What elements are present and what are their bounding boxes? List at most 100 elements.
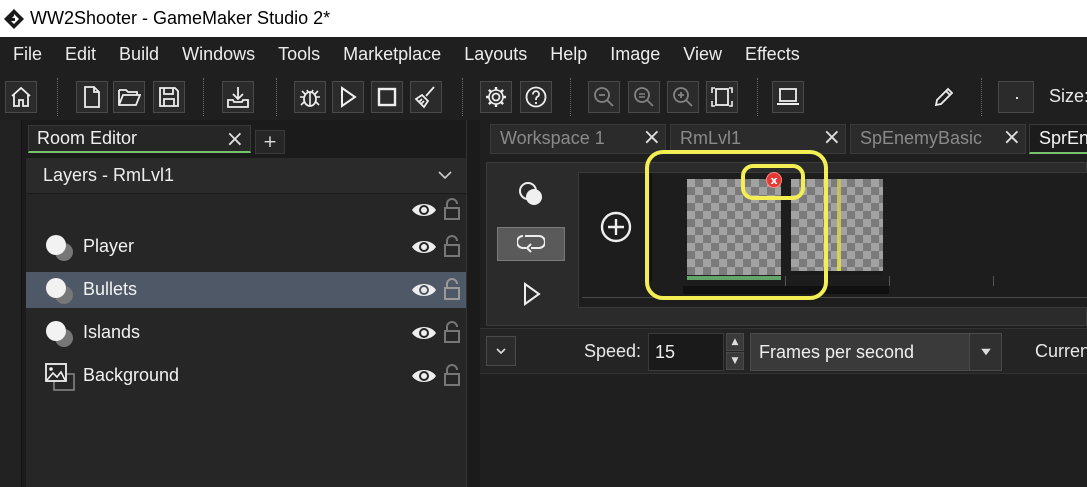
lock-icon[interactable] — [443, 197, 461, 221]
tab-workspace-1[interactable]: Workspace 1 × — [490, 124, 666, 154]
eye-icon[interactable] — [411, 237, 437, 257]
laptop-icon — [777, 88, 799, 105]
menu-image[interactable]: Image — [598, 44, 671, 65]
menu-marketplace[interactable]: Marketplace — [331, 44, 452, 65]
create-executable-button[interactable] — [222, 81, 254, 113]
download-tray-icon — [227, 87, 249, 108]
menu-effects[interactable]: Effects — [733, 44, 811, 65]
chevron-down-icon — [496, 348, 506, 355]
open-project-button[interactable] — [113, 81, 145, 113]
speed-unit-select[interactable]: Frames per second — [750, 333, 1002, 371]
options-dropdown-button[interactable] — [486, 336, 516, 366]
dropdown-arrow-icon[interactable] — [969, 334, 1001, 370]
menu-help[interactable]: Help — [538, 44, 598, 65]
zoom-in-icon — [673, 87, 693, 107]
left-dock-strip — [0, 120, 22, 487]
size-label: Size: — [1049, 86, 1087, 106]
close-icon[interactable]: × — [823, 125, 841, 150]
help-button[interactable] — [520, 81, 552, 113]
menu-tools[interactable]: Tools — [266, 44, 331, 65]
layer-row-bullets[interactable]: Bullets — [26, 272, 466, 308]
window-title: WW2Shooter - GameMaker Studio 2* — [30, 8, 331, 28]
speed-stepper[interactable]: ▲ ▼ — [726, 333, 744, 371]
add-frame-button[interactable] — [582, 173, 652, 281]
stop-icon — [377, 87, 397, 107]
decrement-arrow-icon[interactable]: ▼ — [726, 352, 744, 370]
current-frame-label: Curren — [1035, 341, 1087, 361]
instance-layer-icon — [46, 235, 73, 261]
animation-speed-bar: Speed: 15 ▲ ▼ Frames per second Curren — [480, 328, 1087, 374]
target-device-button[interactable] — [772, 81, 804, 113]
draw-tool-button[interactable] — [928, 82, 960, 112]
eye-icon[interactable] — [411, 280, 437, 300]
fit-view-button[interactable] — [706, 81, 738, 113]
broom-icon — [414, 86, 435, 109]
chevron-down-icon[interactable] — [436, 166, 454, 184]
tab-room-editor[interactable]: Room Editor × — [28, 125, 251, 153]
layer-row-islands[interactable]: Islands — [26, 315, 466, 351]
zoom-in-button[interactable] — [667, 81, 699, 113]
home-icon — [11, 86, 31, 107]
debug-button[interactable] — [294, 81, 326, 113]
onion-skin-button[interactable] — [497, 177, 565, 211]
increment-arrow-icon[interactable]: ▲ — [726, 333, 744, 351]
eye-icon[interactable] — [411, 200, 437, 220]
folder-open-icon — [118, 89, 141, 106]
close-icon[interactable]: × — [1003, 125, 1021, 150]
menu-view[interactable]: View — [671, 44, 733, 65]
run-button[interactable] — [332, 81, 364, 113]
loop-button[interactable] — [497, 227, 565, 261]
lock-icon[interactable] — [443, 363, 461, 387]
tab-label: SpEnemyBasic — [860, 128, 983, 148]
tab-spren[interactable]: SprEn — [1029, 124, 1087, 154]
playhead[interactable] — [837, 179, 841, 271]
eye-icon[interactable] — [411, 366, 437, 386]
bug-icon — [300, 89, 320, 107]
brush-size-preview[interactable] — [998, 81, 1034, 113]
menu-layouts[interactable]: Layouts — [452, 44, 538, 65]
panel-splitter[interactable] — [466, 120, 480, 487]
layers-header[interactable]: Layers - RmLvl1 — [26, 158, 466, 194]
lock-icon[interactable] — [443, 234, 461, 258]
tab-label: SprEn — [1039, 128, 1087, 148]
highlight-error-outline — [741, 164, 805, 200]
clean-button[interactable] — [410, 81, 442, 113]
onion-skin-icon — [519, 182, 542, 205]
new-project-button[interactable] — [76, 81, 108, 113]
zoom-reset-button[interactable] — [628, 81, 660, 113]
menu-windows[interactable]: Windows — [170, 44, 266, 65]
stop-button[interactable] — [371, 81, 403, 113]
layer-name: Bullets — [83, 279, 138, 299]
save-icon — [159, 87, 179, 107]
layers-title: Layers - RmLvl1 — [43, 165, 175, 185]
new-file-icon — [84, 86, 100, 108]
eye-icon[interactable] — [411, 323, 437, 343]
game-options-button[interactable] — [480, 81, 512, 113]
close-icon[interactable]: × — [643, 125, 661, 150]
background-layer-icon — [45, 363, 75, 391]
gamemaker-logo-icon — [2, 6, 26, 31]
toolbar: Size: — [0, 72, 1087, 120]
layer-name: Player — [83, 236, 135, 256]
tab-spenemybasic[interactable]: SpEnemyBasic × — [850, 124, 1026, 154]
gear-icon — [486, 87, 506, 107]
zoom-out-button[interactable] — [588, 81, 620, 113]
lock-icon[interactable] — [443, 277, 461, 301]
menu-file[interactable]: File — [0, 44, 53, 65]
home-button[interactable] — [5, 81, 37, 113]
menu-edit[interactable]: Edit — [53, 44, 107, 65]
play-animation-button[interactable] — [497, 277, 565, 311]
pencil-icon — [934, 87, 954, 107]
close-icon[interactable]: × — [226, 127, 244, 152]
title-bar: WW2Shooter - GameMaker Studio 2* — [0, 0, 1087, 37]
loop-icon — [517, 235, 545, 253]
layer-row-background[interactable]: Background — [26, 358, 466, 394]
layer-name: Background — [83, 365, 180, 385]
layer-row-player[interactable]: Player — [26, 229, 466, 265]
add-tab-button[interactable]: + — [255, 130, 285, 154]
speed-label: Speed: — [584, 341, 642, 361]
save-button[interactable] — [153, 81, 185, 113]
speed-input[interactable]: 15 — [648, 333, 724, 371]
menu-build[interactable]: Build — [107, 44, 170, 65]
lock-icon[interactable] — [443, 320, 461, 344]
